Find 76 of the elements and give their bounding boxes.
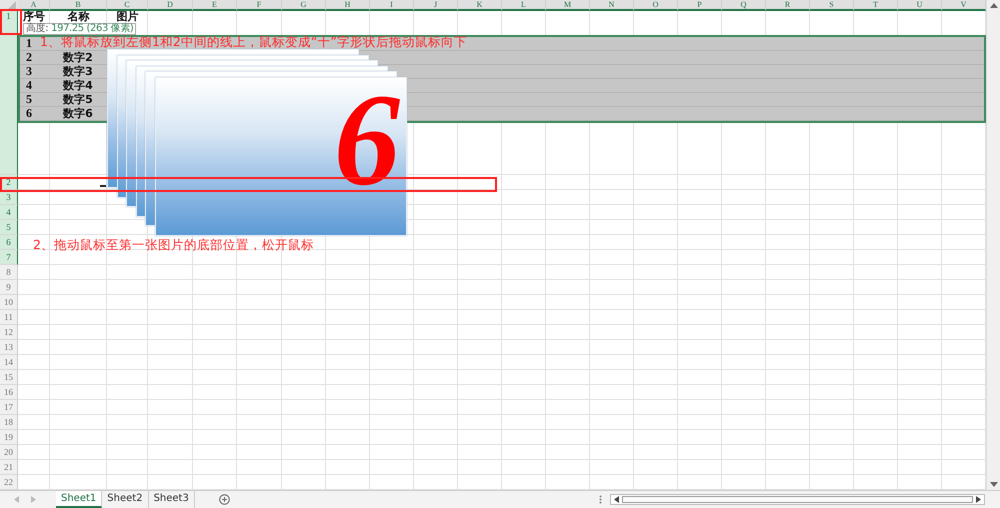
tooltip-value: 197.25 (263 像素) bbox=[51, 24, 134, 34]
splitter-handle-icon[interactable] bbox=[599, 495, 602, 504]
cursor-mark bbox=[100, 185, 106, 187]
column-header[interactable]: D bbox=[148, 0, 193, 11]
row-header[interactable]: 12 bbox=[0, 325, 18, 340]
scroll-left-icon[interactable] bbox=[614, 496, 619, 503]
row-header[interactable]: 4 bbox=[0, 205, 18, 220]
column-header[interactable]: V bbox=[942, 0, 986, 11]
table-cell-text: 数字6 bbox=[62, 107, 94, 120]
column-header[interactable]: H bbox=[326, 0, 370, 11]
sheet-tab[interactable]: Sheet1 bbox=[56, 491, 102, 508]
highlight-rectangle bbox=[0, 9, 22, 35]
row-header[interactable]: 17 bbox=[0, 400, 18, 415]
table-cell-text: 6 bbox=[25, 107, 33, 120]
table-cell-text: 图片 bbox=[116, 11, 140, 22]
tooltip-label: 高度: bbox=[26, 24, 48, 34]
column-header[interactable]: J bbox=[414, 0, 458, 11]
previous-sheet-icon[interactable] bbox=[14, 496, 19, 503]
row-header[interactable]: 22 bbox=[0, 475, 18, 490]
table-cell-text: 数字4 bbox=[62, 79, 94, 92]
row-header[interactable]: 10 bbox=[0, 295, 18, 310]
column-header[interactable]: O bbox=[634, 0, 678, 11]
vertical-scrollbar[interactable] bbox=[986, 0, 1000, 490]
horizontal-scrollbar[interactable] bbox=[610, 494, 985, 505]
scroll-down-icon[interactable] bbox=[990, 482, 998, 488]
column-header[interactable]: T bbox=[854, 0, 898, 11]
table-cell-text: 数字3 bbox=[62, 65, 94, 78]
row-header[interactable]: 1 bbox=[0, 11, 18, 175]
row-header[interactable]: 7 bbox=[0, 250, 18, 265]
scroll-right-icon[interactable] bbox=[976, 496, 981, 503]
row-header[interactable]: 9 bbox=[0, 280, 18, 295]
row-header[interactable]: 8 bbox=[0, 265, 18, 280]
add-sheet-icon[interactable] bbox=[218, 494, 230, 505]
column-header[interactable]: M bbox=[546, 0, 590, 11]
column-header[interactable]: Q bbox=[722, 0, 766, 11]
column-header[interactable]: R bbox=[766, 0, 810, 11]
row-header[interactable]: 13 bbox=[0, 340, 18, 355]
table-cell-text: 4 bbox=[25, 79, 33, 92]
column-header[interactable]: N bbox=[590, 0, 634, 11]
table-cell-text: 1 bbox=[25, 37, 33, 50]
column-header[interactable]: L bbox=[502, 0, 546, 11]
table-cell-text: 5 bbox=[25, 93, 33, 106]
row-header[interactable]: 11 bbox=[0, 310, 18, 325]
table-cell-text: 2 bbox=[25, 51, 33, 64]
column-header[interactable]: B bbox=[50, 0, 107, 11]
annotation-text: 1、将鼠标放到左侧1和2中间的线上，鼠标变成“十”字形状后拖动鼠标向下 bbox=[40, 35, 467, 49]
row-header[interactable]: 18 bbox=[0, 415, 18, 430]
column-header[interactable]: F bbox=[237, 0, 282, 11]
column-header[interactable]: C bbox=[107, 0, 148, 11]
column-header[interactable]: S bbox=[810, 0, 854, 11]
row-header[interactable]: 19 bbox=[0, 430, 18, 445]
table-cell-text: 名称 bbox=[66, 11, 90, 22]
image-number: 6 bbox=[334, 84, 400, 196]
column-header[interactable]: K bbox=[458, 0, 502, 11]
table-cell-text: 数字2 bbox=[62, 51, 94, 64]
column-header[interactable]: E bbox=[193, 0, 237, 11]
row-header[interactable]: 16 bbox=[0, 385, 18, 400]
table-cell-text: 数字5 bbox=[62, 93, 94, 106]
sheet-tab[interactable]: Sheet3 bbox=[148, 491, 195, 508]
annotation-text: 2、拖动鼠标至第一张图片的底部位置，松开鼠标 bbox=[33, 238, 314, 252]
column-header[interactable]: G bbox=[282, 0, 326, 11]
row-header[interactable]: 15 bbox=[0, 370, 18, 385]
row-header[interactable]: 14 bbox=[0, 355, 18, 370]
row-header[interactable]: 6 bbox=[0, 235, 18, 250]
column-header[interactable]: A bbox=[18, 0, 50, 11]
scroll-thumb[interactable] bbox=[622, 496, 973, 503]
column-header[interactable]: I bbox=[370, 0, 414, 11]
sheet-tab[interactable]: Sheet2 bbox=[102, 491, 149, 508]
row-header[interactable]: 5 bbox=[0, 220, 18, 235]
column-header[interactable]: P bbox=[678, 0, 722, 11]
column-header[interactable]: U bbox=[898, 0, 942, 11]
table-cell-text: 3 bbox=[25, 65, 33, 78]
row-header[interactable]: 20 bbox=[0, 445, 18, 460]
row-header[interactable]: 21 bbox=[0, 460, 18, 475]
next-sheet-icon[interactable] bbox=[31, 496, 36, 503]
scroll-up-icon[interactable] bbox=[990, 2, 998, 8]
